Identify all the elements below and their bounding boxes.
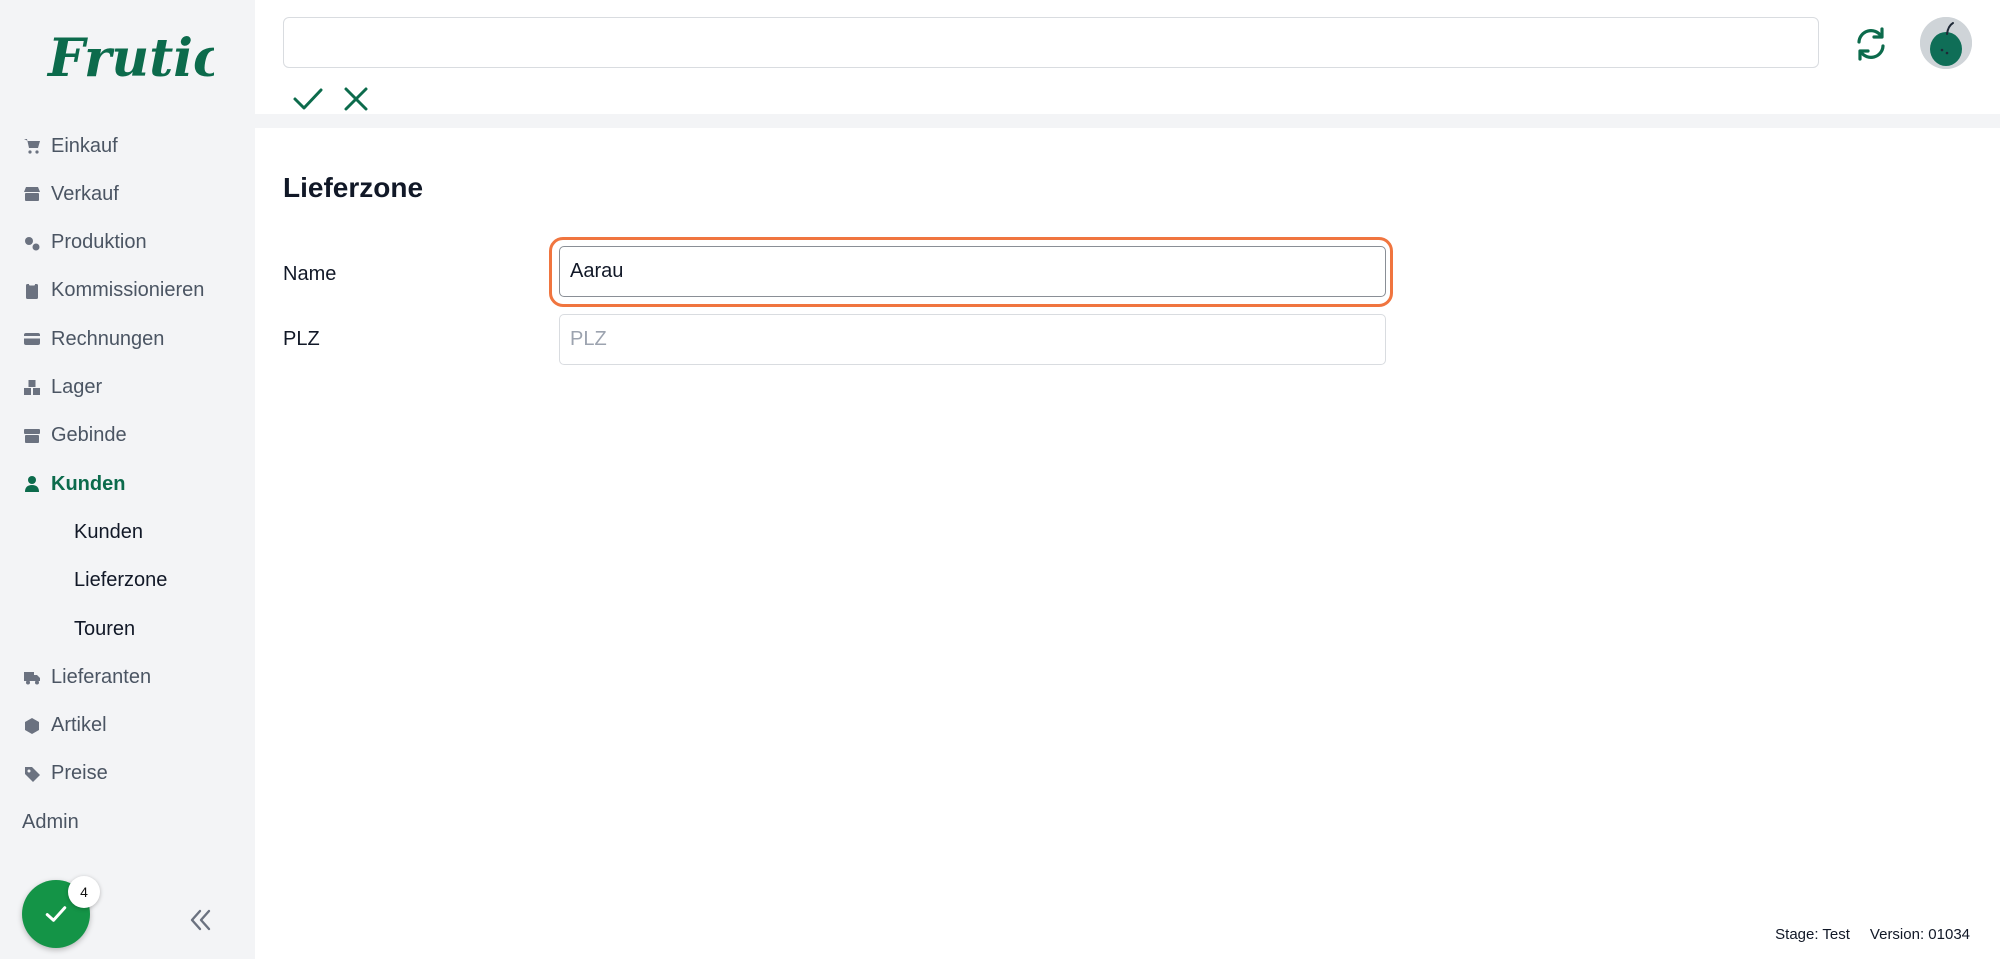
svg-text:Frutico: Frutico	[46, 28, 214, 89]
cart-icon	[23, 137, 41, 155]
sidebar-item-label: Kunden	[51, 472, 126, 495]
plz-input[interactable]	[559, 314, 1386, 365]
apple-avatar-icon	[1920, 17, 1972, 69]
sidebar-item-label: Kommissionieren	[51, 279, 205, 302]
stage-label: Stage: Test	[1775, 926, 1850, 943]
clipboard-icon	[23, 282, 41, 300]
sidebar-item-label: Gebinde	[51, 424, 127, 447]
sidebar-item-label: Admin	[22, 810, 79, 833]
top-bar	[255, 0, 2000, 128]
sidebar-item-admin[interactable]: Admin	[0, 802, 255, 842]
sidebar-item-einkauf[interactable]: Einkauf	[0, 126, 255, 166]
page-title: Lieferzone	[283, 172, 424, 203]
sidebar: Frutico Einkauf Verkauf Produktion Kommissi…	[0, 0, 255, 959]
footer: Stage: Test Version: 01034	[1775, 926, 1970, 943]
crate-icon	[23, 427, 41, 445]
sidebar-item-label: Touren	[74, 617, 136, 640]
close-icon[interactable]	[341, 84, 371, 114]
check-icon[interactable]	[291, 84, 325, 114]
name-label: Name	[283, 263, 337, 285]
hexagon-icon	[23, 717, 41, 735]
sidebar-item-label: Artikel	[51, 714, 107, 737]
sidebar-item-rechnungen[interactable]: Rechnungen	[0, 319, 255, 359]
sidebar-item-produktion[interactable]: Produktion	[0, 223, 255, 263]
name-input[interactable]	[559, 246, 1386, 297]
truck-icon	[23, 668, 41, 686]
store-icon	[23, 185, 41, 203]
sidebar-item-kunden[interactable]: Kunden	[0, 464, 255, 504]
sidebar-item-verkauf[interactable]: Verkauf	[0, 174, 255, 214]
check-icon	[45, 906, 67, 922]
sidebar-item-label: Preise	[51, 762, 108, 785]
sidebar-item-label: Einkauf	[51, 134, 118, 157]
sidebar-item-lieferanten[interactable]: Lieferanten	[0, 657, 255, 697]
refresh-icon[interactable]	[1852, 25, 1890, 63]
sidebar-item-label: Lager	[51, 376, 103, 398]
sidebar-item-kommissionieren[interactable]: Kommissionieren	[0, 271, 255, 311]
sidebar-item-label: Produktion	[51, 231, 147, 254]
sidebar-item-label: Lieferanten	[51, 665, 152, 688]
sidebar-item-artikel[interactable]: Artikel	[0, 706, 255, 746]
plz-label: PLZ	[283, 328, 320, 350]
sidebar-item-lager[interactable]: Lager	[0, 368, 255, 408]
sidebar-item-gebinde[interactable]: Gebinde	[0, 416, 255, 456]
sidebar-item-preise[interactable]: Preise	[0, 754, 255, 794]
sidebar-subitem-touren[interactable]: Touren	[0, 609, 255, 649]
credit-card-icon	[23, 330, 41, 348]
tag-icon	[23, 765, 41, 783]
user-avatar[interactable]	[1920, 17, 1972, 69]
tasks-count-badge: 4	[68, 876, 100, 908]
collapse-sidebar-icon[interactable]	[185, 905, 215, 935]
sidebar-item-label: Rechnungen	[51, 327, 165, 350]
boxes-icon	[23, 379, 41, 397]
sidebar-item-label: Kunden	[74, 520, 143, 543]
version-label: Version: 01034	[1869, 926, 1970, 943]
sidebar-subitem-lieferzone[interactable]: Lieferzone	[0, 561, 255, 601]
sidebar-subitem-kunden[interactable]: Kunden	[0, 512, 255, 552]
sidebar-item-label: Lieferzone	[74, 569, 168, 592]
sidebar-item-label: Verkauf	[51, 182, 119, 205]
top-search-input[interactable]	[283, 17, 1819, 68]
gears-icon	[23, 234, 41, 252]
user-icon	[23, 475, 41, 493]
frutico-logo[interactable]: Frutico	[44, 22, 214, 92]
